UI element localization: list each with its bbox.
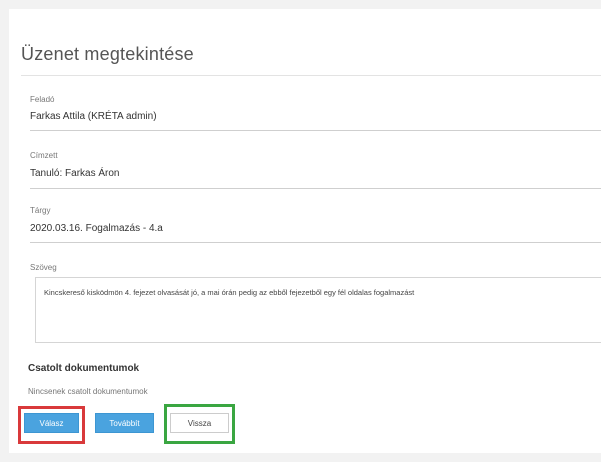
- attachments-title: Csatolt dokumentumok: [28, 363, 140, 374]
- message-body-text: Kincskereső kisködmön 4. fejezet olvasás…: [44, 288, 415, 297]
- recipient-divider: [30, 188, 601, 189]
- message-body-box[interactable]: Kincskereső kisködmön 4. fejezet olvasás…: [35, 277, 601, 343]
- recipient-label: Címzett: [30, 151, 58, 160]
- subject-divider: [30, 242, 601, 243]
- reply-button[interactable]: Válasz: [24, 413, 79, 433]
- attachments-empty-text: Nincsenek csatolt dokumentumok: [28, 387, 148, 396]
- subject-label: Tárgy: [30, 206, 51, 215]
- subject-value: 2020.03.16. Fogalmazás - 4.a: [30, 223, 163, 234]
- page-title: Üzenet megtekintése: [21, 44, 194, 64]
- body-label: Szöveg: [30, 263, 57, 272]
- recipient-value: Tanuló: Farkas Áron: [30, 168, 120, 179]
- title-divider: [21, 75, 601, 76]
- message-view-panel: Üzenet megtekintése Feladó Farkas Attila…: [9, 9, 601, 453]
- back-button[interactable]: Vissza: [170, 413, 229, 433]
- sender-label: Feladó: [30, 95, 55, 104]
- sender-divider: [30, 130, 601, 131]
- sender-value: Farkas Attila (KRÉTA admin): [30, 111, 157, 122]
- forward-button[interactable]: Továbbít: [95, 413, 154, 433]
